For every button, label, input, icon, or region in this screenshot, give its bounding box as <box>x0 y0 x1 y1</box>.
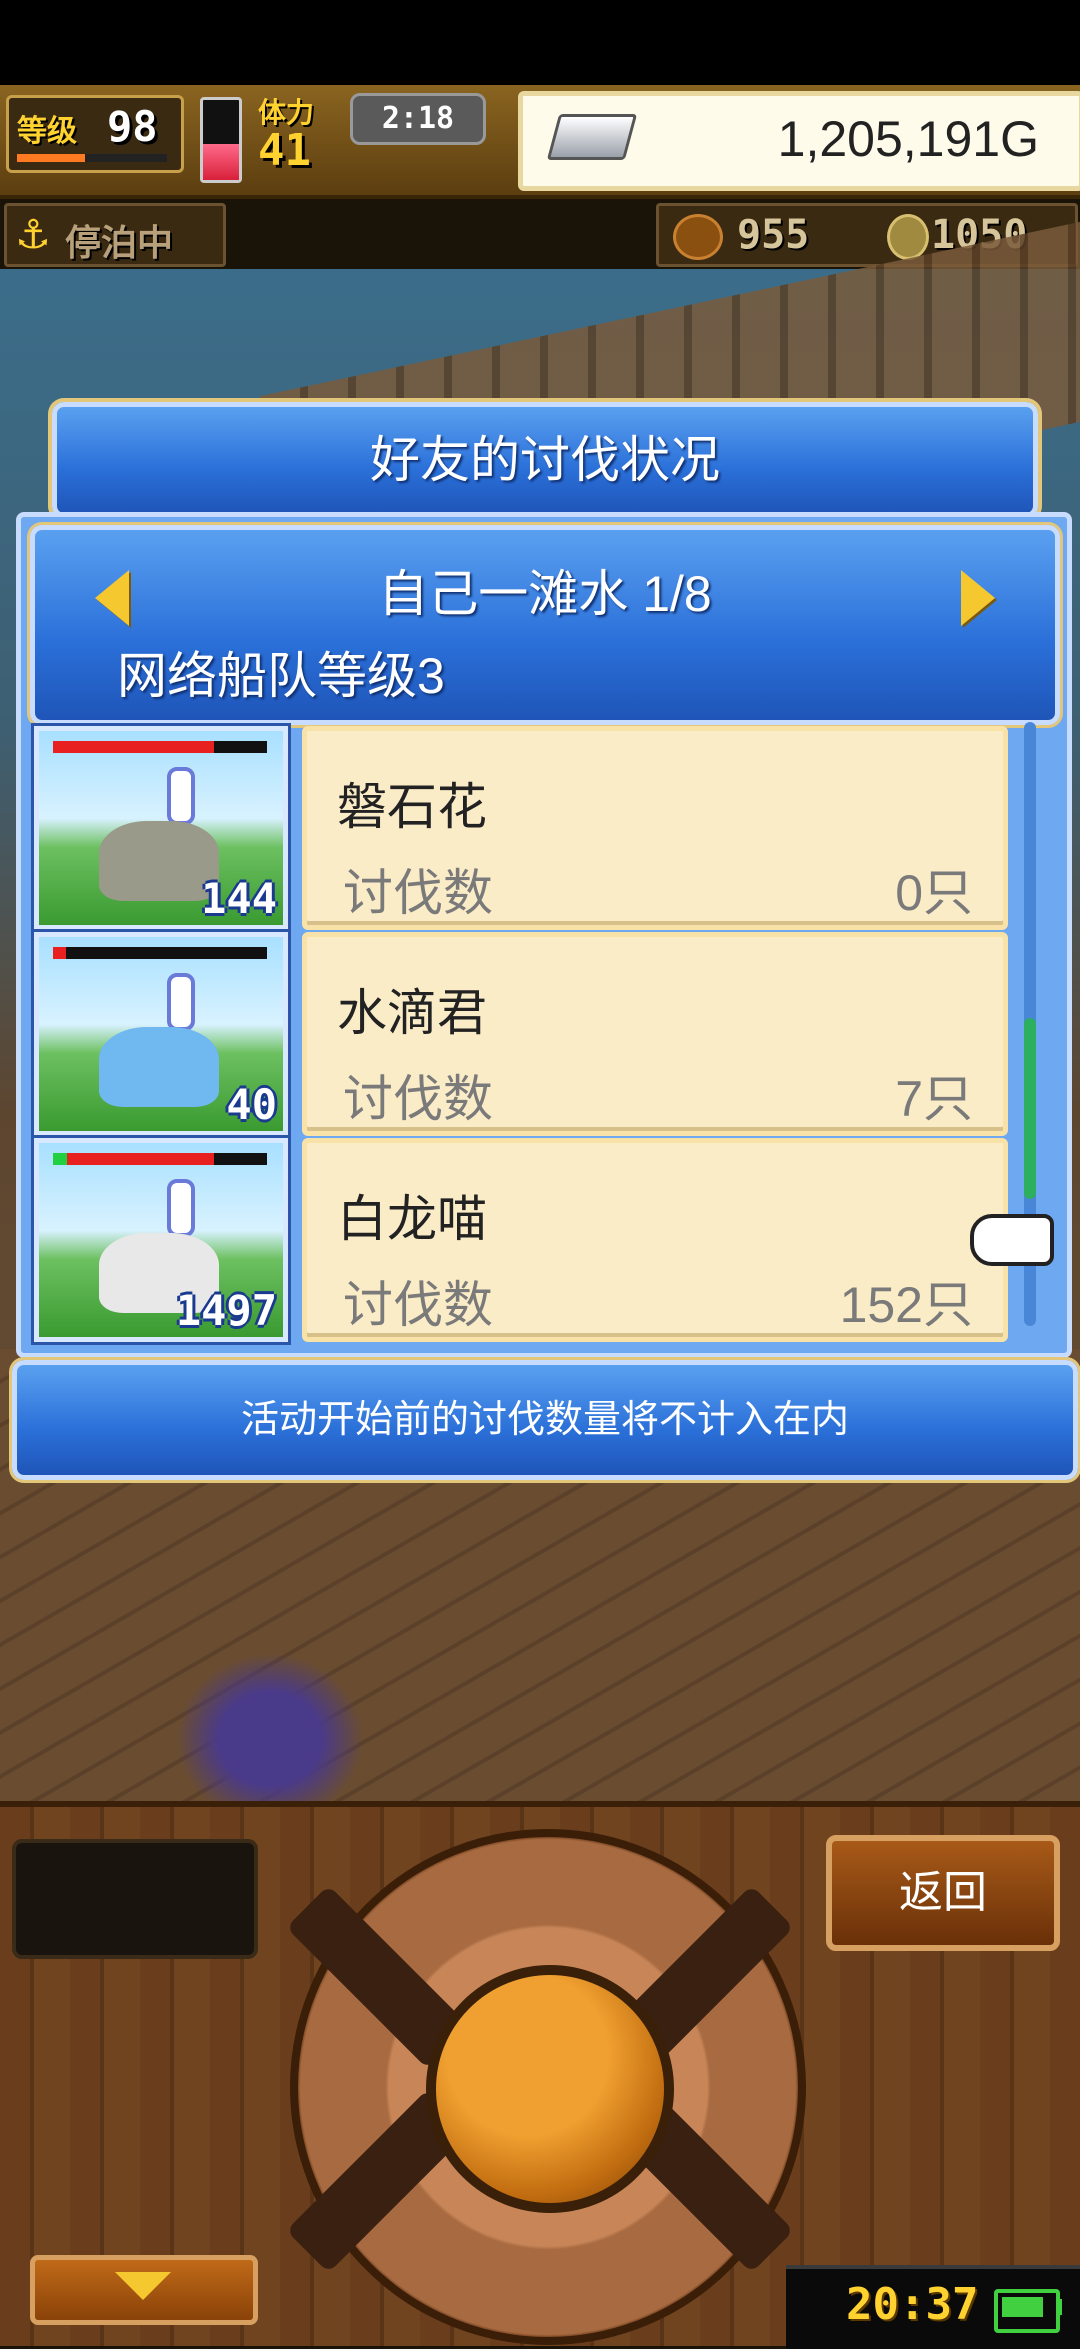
kill-label: 讨伐数 <box>343 1277 493 1333</box>
monster-info: 水滴君 讨伐数 7只 <box>302 932 1008 1136</box>
fleet-level: 网络船队等级3 <box>117 648 445 704</box>
arrow-right-icon[interactable] <box>961 570 995 626</box>
dragon-sprite <box>150 1629 390 1829</box>
dock-status[interactable]: ⚓ 停泊中 <box>4 203 226 267</box>
pointer-hand-icon <box>970 1214 1054 1266</box>
meat-icon <box>673 214 723 260</box>
exclamation-icon <box>167 1179 195 1237</box>
down-button[interactable] <box>30 2255 258 2325</box>
battery-fill <box>1002 2297 1043 2317</box>
monster-hp-bar <box>53 1153 267 1165</box>
monster-level: 1497 <box>175 1286 277 1335</box>
friend-header: 自己一滩水 1/8 网络船队等级3 <box>30 525 1060 725</box>
kill-count: 152只 <box>839 1277 973 1333</box>
monster-name: 白龙喵 <box>337 1191 487 1247</box>
battery-icon <box>994 2289 1060 2333</box>
exclamation-icon <box>167 767 195 825</box>
kill-label: 讨伐数 <box>343 865 493 921</box>
monster-thumbnail: 144 <box>34 726 288 930</box>
hp-gauge-fill <box>203 144 239 180</box>
stamina-value: 41 <box>258 125 311 176</box>
monster-level: 144 <box>201 874 277 923</box>
directional-dial[interactable] <box>286 1829 806 2345</box>
stamina-timer: 2:18 <box>350 93 486 145</box>
monster-list[interactable]: 144 磐石花 讨伐数 0只 40 水滴君 讨伐数 7只 1497 白龙喵 讨伐… <box>30 722 1010 1342</box>
battery-tip <box>1056 2299 1062 2315</box>
resource-1-value: 955 <box>737 212 810 258</box>
level-box: 等级 98 <box>6 95 184 173</box>
monster-thumbnail: 1497 <box>34 1138 288 1342</box>
kill-label: 讨伐数 <box>343 1071 493 1127</box>
scrollbar-thumb[interactable] <box>1024 1017 1036 1200</box>
panel-title-bar: 好友的讨伐状况 <box>52 402 1038 518</box>
control-panel: 返回 20:37 <box>0 1801 1080 2349</box>
clock-display: 20:37 <box>786 2265 1080 2349</box>
level-progress-fill <box>17 154 85 162</box>
monster-thumbnail: 40 <box>34 932 288 1136</box>
kill-count: 7只 <box>895 1071 973 1127</box>
exclamation-icon <box>167 973 195 1031</box>
monster-hp-bar <box>53 741 267 753</box>
clock-time: 20:37 <box>846 2279 979 2330</box>
monster-info: 白龙喵 讨伐数 152只 <box>302 1138 1008 1342</box>
hp-gauge <box>200 97 242 183</box>
monster-info: 磐石花 讨伐数 0只 <box>302 726 1008 930</box>
empty-slot <box>12 1839 258 1959</box>
silver-bar-icon <box>546 114 638 160</box>
monster-name: 磐石花 <box>337 779 487 835</box>
list-item[interactable]: 40 水滴君 讨伐数 7只 <box>30 928 1010 1136</box>
top-hud: 等级 98 体力 41 2:18 1,205,191G <box>0 85 1080 199</box>
status-strip <box>0 0 1080 85</box>
coin-icon <box>887 214 929 260</box>
anchor-icon: ⚓ <box>15 212 51 258</box>
notice-bar: 活动开始前的讨伐数量将不计入在内 <box>12 1360 1078 1480</box>
monster-sprite <box>99 1027 219 1107</box>
monster-hp-bar <box>53 947 267 959</box>
monster-level: 40 <box>226 1080 277 1129</box>
friend-name: 自己一滩水 1/8 <box>378 566 712 622</box>
monster-hp-green-marker <box>53 1153 67 1165</box>
monster-hp-fill <box>53 947 66 959</box>
monster-hp-fill <box>53 1153 214 1165</box>
gold-display: 1,205,191G <box>518 91 1080 191</box>
list-item[interactable]: 1497 白龙喵 讨伐数 152只 <box>30 1134 1010 1342</box>
monster-hp-fill <box>53 741 214 753</box>
notice-text: 活动开始前的讨伐数量将不计入在内 <box>240 1399 849 1441</box>
panel-title: 好友的讨伐状况 <box>370 432 720 488</box>
action-button[interactable] <box>426 1965 674 2213</box>
dock-status-label: 停泊中 <box>65 223 174 264</box>
monster-name: 水滴君 <box>337 985 487 1041</box>
level-label: 等级 <box>17 114 77 149</box>
list-item[interactable]: 144 磐石花 讨伐数 0只 <box>30 722 1010 930</box>
down-arrow-icon <box>115 2272 171 2300</box>
level-progress-bar <box>17 154 167 162</box>
gold-value: 1,205,191G <box>777 111 1039 167</box>
kill-count: 0只 <box>895 865 973 921</box>
level-value: 98 <box>107 102 158 151</box>
back-button[interactable]: 返回 <box>826 1835 1060 1951</box>
